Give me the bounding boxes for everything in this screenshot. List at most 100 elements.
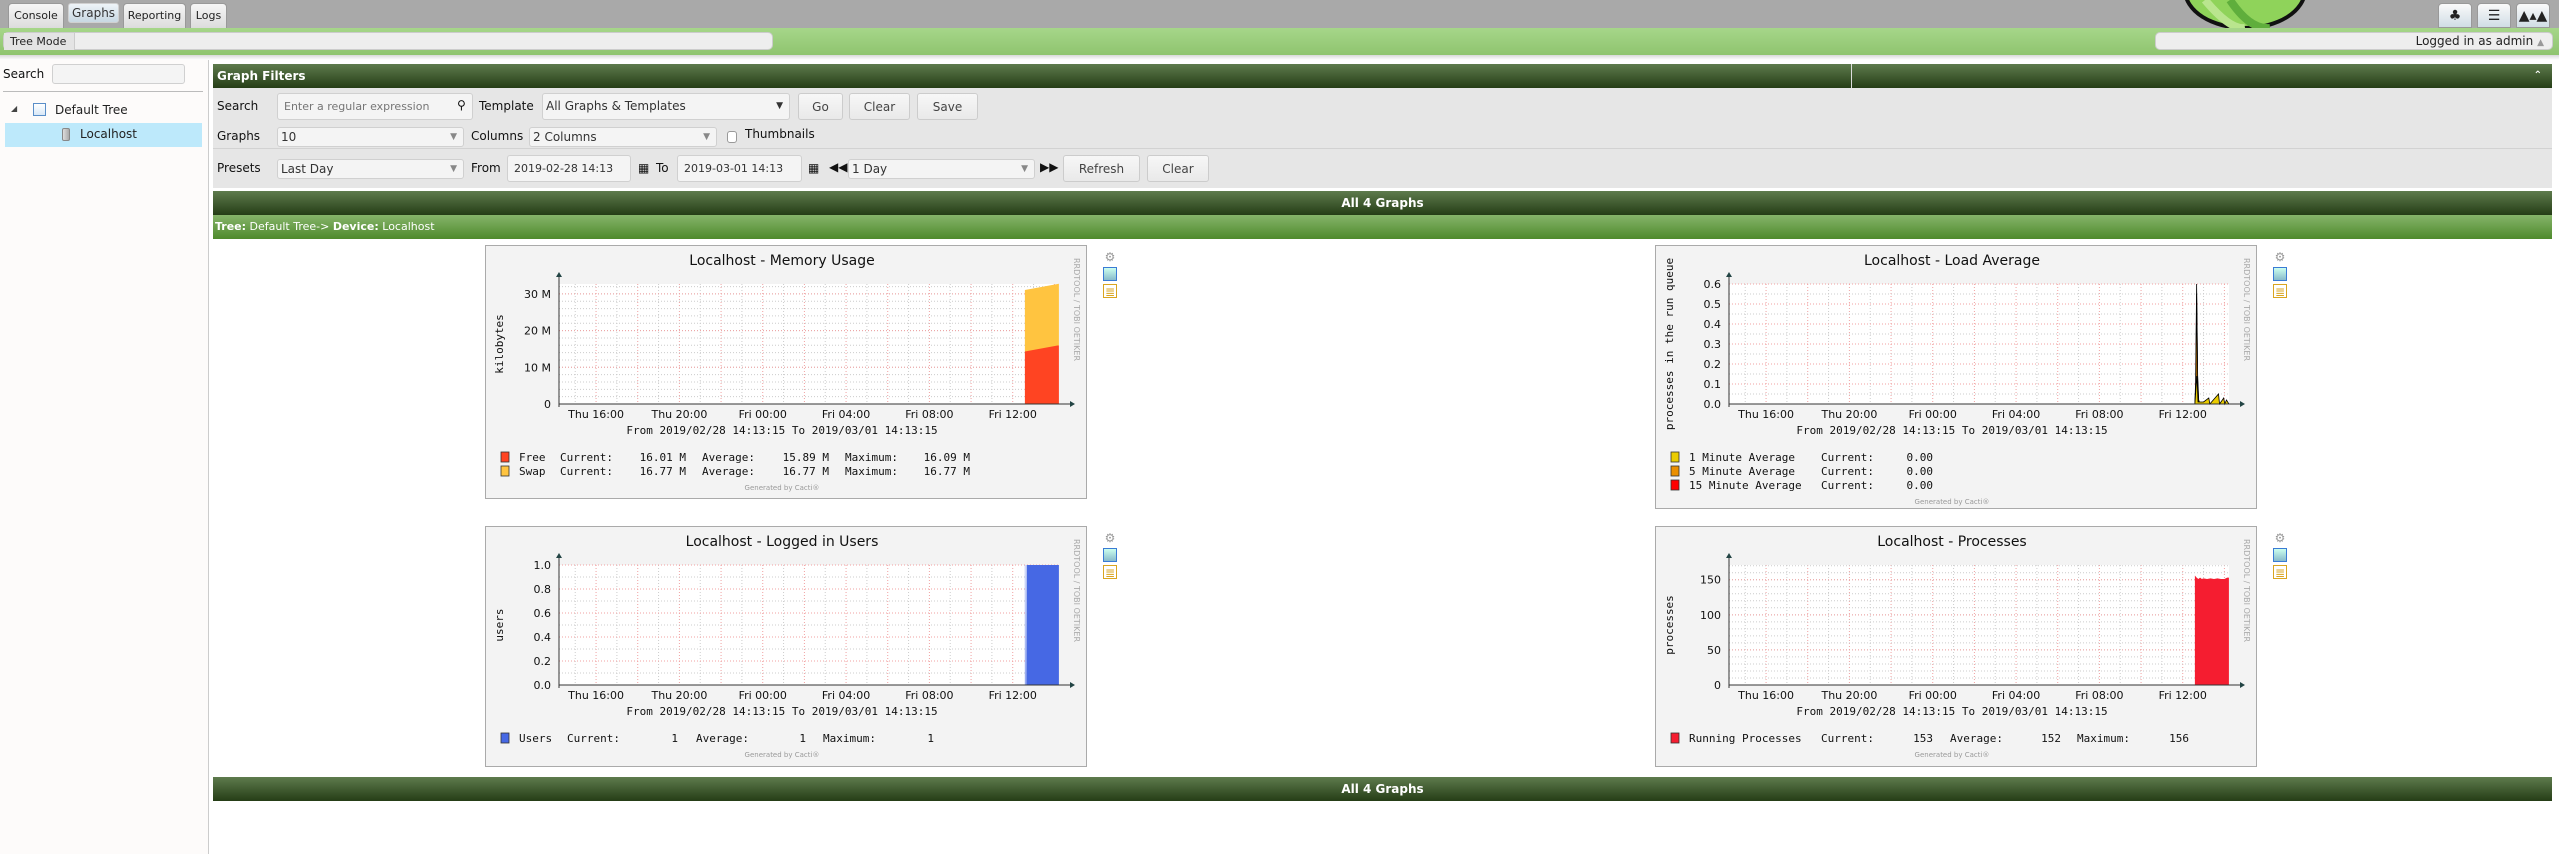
legend-label: 1 Minute Average: [1689, 451, 1795, 464]
from-date-input[interactable]: [507, 155, 631, 182]
x-tick-label: Fri 00:00: [1909, 689, 1957, 702]
go-button[interactable]: Go: [798, 93, 843, 120]
graph-title: Localhost - Processes: [1877, 534, 2026, 550]
tree-view-icon: ♣: [2448, 8, 2462, 24]
caret-up-icon: ▲: [2537, 38, 2544, 48]
generated-by-cacti: Generated by Cacti®: [745, 751, 820, 759]
template-select[interactable]: All Graphs & Templates ▼: [542, 93, 790, 120]
dropdown-caret-icon: ▼: [450, 164, 457, 174]
tab-logs[interactable]: Logs: [190, 3, 227, 28]
dropdown-caret-icon: ▼: [450, 132, 457, 142]
y-tick-label: 50: [1707, 644, 1721, 657]
zoom-graph-icon[interactable]: [1103, 267, 1117, 281]
to-date-input[interactable]: [677, 155, 802, 182]
y-tick-label: 20 M: [524, 325, 551, 338]
legend-stat-label: Current:: [567, 732, 620, 745]
tree-node-localhost[interactable]: Localhost: [5, 123, 202, 147]
csv-export-icon[interactable]: ≣: [2273, 284, 2287, 299]
graph-1[interactable]: 0.0 0.1 0.2 0.3 0.4 0.5 0.6 Thu 16:00 Thu 20:00 F…: [1655, 245, 2257, 509]
columns-label: Columns: [471, 129, 524, 143]
graph-canvas: 0 50 100 150 Thu 16:00 Thu 20:00 Fri 00:00 Fri …: [1663, 534, 2251, 759]
x-tick-label: Fri 00:00: [739, 689, 787, 702]
gear-icon[interactable]: ⚙: [2273, 531, 2287, 545]
refresh-button[interactable]: Refresh: [1063, 155, 1140, 182]
graph-3[interactable]: 0 50 100 150 Thu 16:00 Thu 20:00 Fri 00:00 Fri …: [1655, 526, 2257, 767]
save-button[interactable]: Save: [917, 93, 978, 120]
list-view-button[interactable]: ☰: [2477, 3, 2511, 28]
y-tick-label: 0.4: [1704, 318, 1722, 331]
presets-select[interactable]: Last Day ▼: [277, 159, 464, 179]
preview-view-icon: ▲▴▲: [2518, 8, 2548, 24]
shift-right-icon[interactable]: ▶▶: [1040, 160, 1058, 174]
legend-stat-value: 0.00: [1907, 451, 1934, 464]
from-calendar-icon[interactable]: ▦: [638, 161, 649, 175]
x-tick-label: Fri 04:00: [822, 408, 870, 421]
legend-label: 15 Minute Average: [1689, 479, 1802, 492]
zoom-graph-icon[interactable]: [2273, 267, 2287, 281]
graphs-per-page-select[interactable]: 10 ▼: [277, 127, 464, 147]
gear-icon[interactable]: ⚙: [1103, 531, 1117, 545]
search-input[interactable]: [277, 93, 473, 120]
x-tick-label: Fri 12:00: [989, 689, 1037, 702]
tree-view-button[interactable]: ♣: [2438, 3, 2472, 28]
graph-date-range: From 2019/02/28 14:13:15 To 2019/03/01 1…: [1796, 424, 2107, 437]
legend-swatch: [500, 451, 510, 463]
clear-button[interactable]: Clear: [849, 93, 910, 120]
tree-search-label: Search: [3, 67, 45, 81]
tab-console[interactable]: Console: [8, 3, 64, 28]
server-icon: [62, 128, 70, 141]
legend-swatch: [1670, 451, 1680, 463]
series-area-free: [1024, 345, 1059, 404]
y-tick-label: 0: [544, 398, 551, 411]
legend-swatch: [1670, 732, 1680, 744]
plot-area: [559, 284, 1059, 404]
y-axis-arrow-icon: [1726, 553, 1732, 558]
header-divider: [1851, 64, 1852, 88]
graph-0[interactable]: 0 10 M 20 M 30 M Thu 16:00 Thu 20:00 Fri 00:00…: [485, 245, 1087, 499]
zoom-graph-icon[interactable]: [1103, 548, 1117, 562]
template-label: Template: [479, 99, 534, 113]
thumbnails-checkbox[interactable]: [727, 131, 737, 143]
clear-timespan-button[interactable]: Clear: [1147, 155, 1209, 182]
csv-export-icon[interactable]: ≣: [2273, 565, 2287, 580]
legend-stat-label: Average:: [1950, 732, 2003, 745]
dropdown-caret-icon: ▼: [776, 101, 783, 111]
search-icon[interactable]: ⚲: [457, 98, 466, 112]
legend-label: Running Processes: [1689, 732, 1802, 745]
graphs-value: 10: [281, 130, 297, 144]
x-tick-label: Thu 20:00: [1820, 689, 1877, 702]
legend-stat-label: Maximum:: [823, 732, 876, 745]
tree-search-input[interactable]: [52, 64, 185, 84]
graph-title: Localhost - Memory Usage: [689, 253, 874, 269]
collapse-icon[interactable]: ⌃: [2534, 64, 2542, 88]
x-tick-label: Fri 08:00: [2075, 408, 2123, 421]
columns-select[interactable]: 2 Columns ▼: [529, 127, 717, 147]
graph-2[interactable]: 0.0 0.2 0.4 0.6 0.8 1.0 Thu 16:00 Thu 20:00 Fri …: [485, 526, 1087, 767]
expand-arrow-icon[interactable]: ◢: [11, 104, 17, 113]
tree-prefix: Tree:: [215, 220, 247, 233]
csv-export-icon[interactable]: ≣: [1103, 284, 1117, 299]
legend-stat-value: 1: [927, 732, 934, 745]
gear-icon[interactable]: ⚙: [1103, 250, 1117, 264]
breadcrumb-tree-mode[interactable]: Tree Mode: [4, 33, 76, 50]
user-menu[interactable]: Logged in as admin ▲: [2155, 32, 2553, 50]
x-tick-label: Fri 04:00: [1992, 689, 2040, 702]
x-tick-label: Fri 12:00: [2159, 689, 2207, 702]
shift-left-icon[interactable]: ◀◀: [829, 160, 847, 174]
plot-area: [1729, 565, 2229, 685]
tab-reporting[interactable]: Reporting: [123, 3, 186, 28]
dropdown-caret-icon: ▼: [703, 132, 710, 142]
zoom-graph-icon[interactable]: [2273, 548, 2287, 562]
tree-node-label: Default Tree: [55, 103, 128, 117]
y-axis-label: kilobytes: [493, 314, 506, 374]
template-value: All Graphs & Templates: [546, 99, 686, 113]
tree-node-default-tree[interactable]: ◢ Default Tree: [3, 100, 203, 122]
shadow-divider: [0, 55, 2559, 60]
tab-graphs[interactable]: Graphs: [68, 3, 119, 23]
csv-export-icon[interactable]: ≣: [1103, 565, 1117, 580]
timespan-select[interactable]: 1 Day ▼: [848, 159, 1035, 179]
device-name: Localhost: [382, 220, 435, 233]
gear-icon[interactable]: ⚙: [2273, 250, 2287, 264]
to-calendar-icon[interactable]: ▦: [808, 161, 819, 175]
preview-view-button[interactable]: ▲▴▲: [2516, 3, 2550, 28]
